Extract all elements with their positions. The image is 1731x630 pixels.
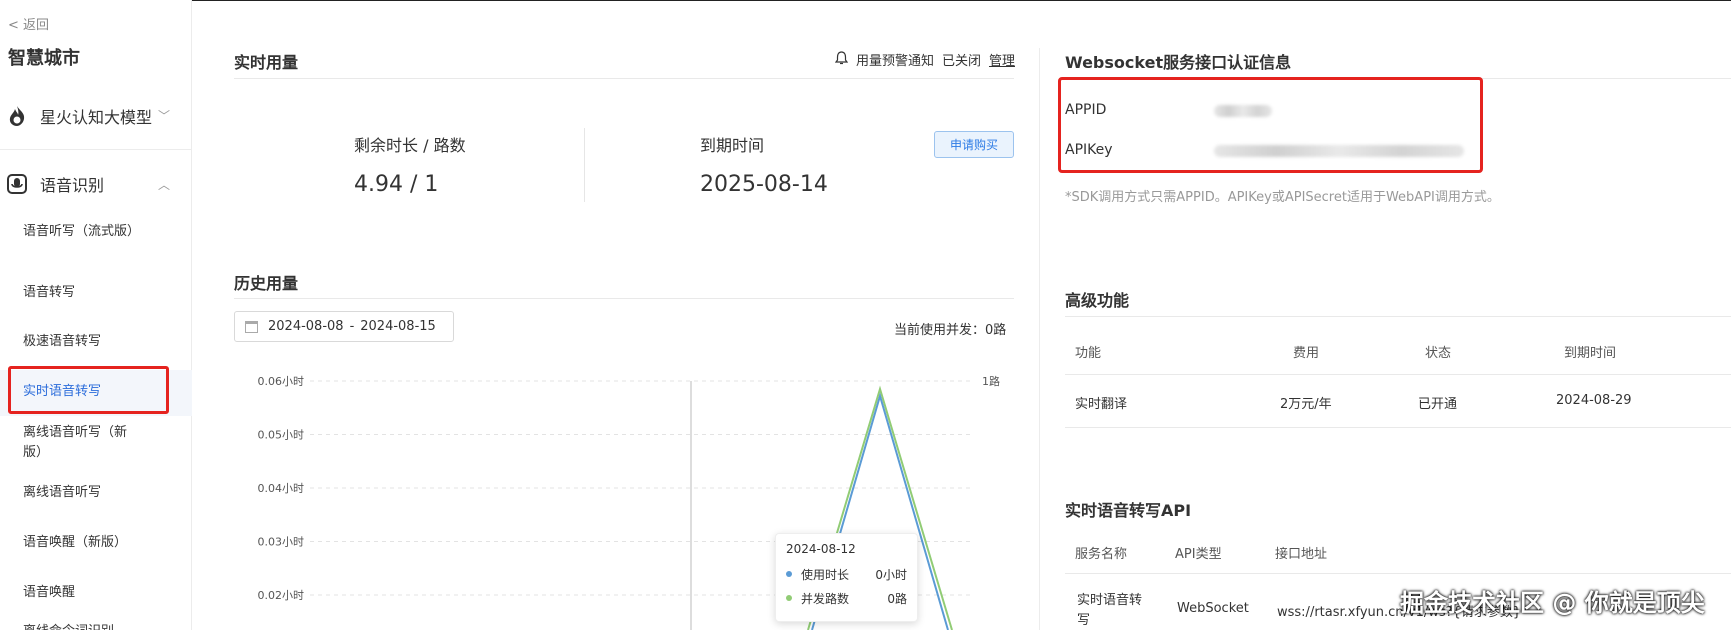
realtime-usage-title: 实时用量 (234, 53, 299, 72)
tooltip-series-name: 并发路数 (801, 591, 850, 606)
speech-recognition-icon (6, 173, 28, 195)
tooltip-row: 使用时长 0小时 (786, 562, 907, 586)
tooltip-series-name: 使用时长 (801, 567, 850, 582)
divider (234, 298, 1014, 299)
back-link[interactable]: < 返回 (8, 14, 49, 33)
chevron-down-icon: ﹀ (158, 109, 171, 123)
y-tick-label: 0.06小时 (258, 375, 305, 388)
chart-tooltip: 2024-08-12 使用时长 0小时 并发路数 0路 (775, 533, 918, 622)
expiry-value: 2025-08-14 (700, 172, 828, 197)
date-separator: - (349, 319, 355, 334)
column-separator (1039, 48, 1040, 630)
concurrent-usage: 当前使用并发：0路 (894, 323, 1007, 338)
legend-dot (786, 571, 792, 577)
divider (1065, 573, 1731, 574)
table-cell: 实时语音转写 (1077, 593, 1143, 628)
advanced-title: 高级功能 (1065, 291, 1130, 310)
alert-bar: 用量预警通知 已关闭 管理 (834, 50, 1015, 69)
apply-purchase-button[interactable]: 申请购买 (934, 131, 1014, 158)
history-usage-title: 历史用量 (234, 274, 299, 293)
divider (1065, 374, 1731, 375)
tooltip-series-value: 0路 (887, 591, 907, 606)
watermark: 掘金技术社区 @ 你就是顶尖 (1400, 589, 1705, 617)
table-header: 状态 (1425, 346, 1452, 361)
sidebar-group-asr[interactable]: 语音识别 ︿ (0, 150, 192, 218)
highlight-box (1058, 77, 1483, 173)
chevron-up-icon: ︿ (157, 177, 170, 192)
sidebar: < 返回 智慧城市 星火认知大模型 ﹀ 语音识别 ︿ 语音听写（流式版） 语音转… (0, 0, 192, 630)
table-cell: 2万元/年 (1280, 397, 1332, 412)
remaining-value: 4.94 / 1 (354, 172, 439, 197)
alert-status: 已关闭 (941, 54, 981, 69)
table-cell: 2024-08-29 (1556, 393, 1632, 408)
tooltip-series-value: 0小时 (875, 567, 907, 582)
sidebar-group-label: 语音识别 (40, 176, 105, 195)
top-border (0, 0, 1731, 1)
remaining-label: 剩余时长 / 路数 (354, 136, 466, 155)
table-header: 服务名称 (1075, 547, 1128, 562)
sidebar-group-label: 星火认知大模型 (40, 107, 153, 127)
sidebar-item-fast-transcription[interactable]: 极速语音转写 (23, 332, 143, 352)
sidebar-item-offline-dictation[interactable]: 离线语音听写 (23, 483, 143, 503)
tooltip-date: 2024-08-12 (786, 542, 856, 556)
table-cell: 实时翻译 (1075, 397, 1128, 412)
date-to: 2024-08-15 (360, 319, 436, 334)
app-name: 智慧城市 (8, 48, 80, 69)
divider (234, 78, 1014, 79)
sidebar-item-transcription[interactable]: 语音转写 (23, 283, 143, 303)
date-range-picker[interactable]: 2024-08-08 - 2024-08-15 (234, 311, 454, 342)
divider (1065, 427, 1731, 428)
manage-link[interactable]: 管理 (989, 50, 1015, 69)
table-header: API类型 (1175, 547, 1222, 562)
sidebar-item-offline-command[interactable]: 离线命令词识别 (23, 622, 143, 630)
flame-icon (6, 105, 28, 127)
table-cell: 已开通 (1418, 397, 1458, 412)
tooltip-row: 并发路数 0路 (786, 586, 907, 610)
auth-note: *SDK调用方式只需APPID。APIKey或APISecret适用于WebAP… (1065, 190, 1500, 205)
y-tick-label: 0.02小时 (258, 589, 305, 602)
highlight-box (8, 366, 169, 414)
stat-separator (584, 128, 585, 202)
table-header: 接口地址 (1275, 547, 1328, 562)
table-header: 费用 (1293, 346, 1320, 361)
websocket-auth-title: Websocket服务接口认证信息 (1065, 53, 1292, 72)
y-tick-label-right: 1路 (982, 375, 1000, 388)
y-tick-label: 0.03小时 (258, 536, 305, 549)
y-tick-label: 0.04小时 (258, 482, 305, 495)
expiry-label: 到期时间 (700, 136, 765, 155)
legend-dot (786, 595, 792, 601)
sidebar-item-streaming-dictation[interactable]: 语音听写（流式版） (23, 222, 143, 242)
sidebar-item-wakeup-new[interactable]: 语音唤醒（新版） (23, 533, 143, 553)
sidebar-item-offline-dictation-new[interactable]: 离线语音听写（新版） (23, 423, 143, 463)
table-header: 到期时间 (1564, 346, 1617, 361)
divider (1065, 316, 1731, 317)
calendar-icon (245, 320, 258, 333)
table-cell: WebSocket (1177, 601, 1249, 616)
table-header: 功能 (1075, 346, 1102, 361)
y-tick-label: 0.05小时 (258, 429, 305, 442)
api-section-title: 实时语音转写API (1065, 501, 1192, 520)
sidebar-item-wakeup[interactable]: 语音唤醒 (23, 583, 143, 603)
sidebar-group-spark[interactable]: 星火认知大模型 ﹀ (0, 82, 192, 150)
bell-icon (834, 50, 849, 69)
date-from: 2024-08-08 (268, 319, 344, 334)
alert-label: 用量预警通知 (855, 54, 934, 69)
